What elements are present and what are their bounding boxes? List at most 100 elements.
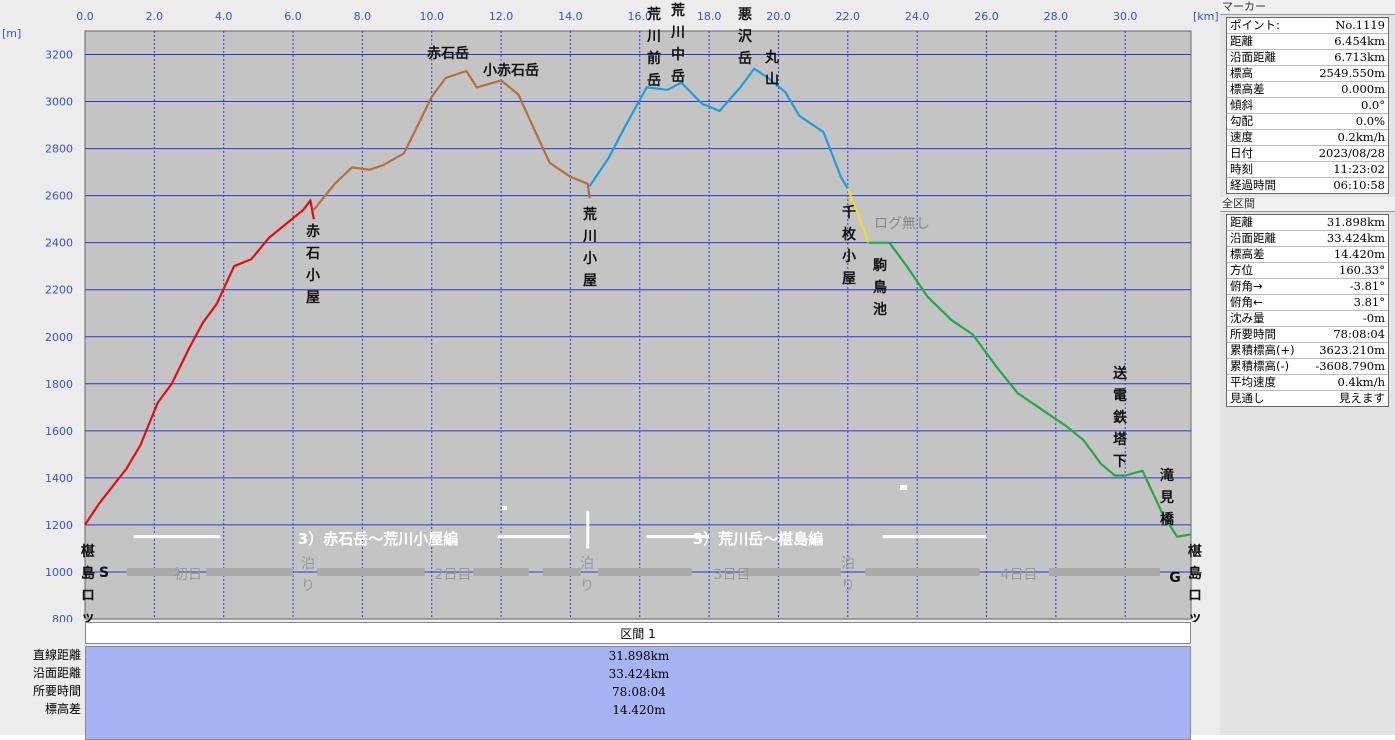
whole-panel-row: 方位 160.33° [1227, 263, 1388, 279]
marker-dot [502, 506, 507, 510]
section-summary: 区間 1 直線距離 沿面距離 所要時間 標高差 31.898km 33.424k… [0, 622, 1220, 740]
y-tick-label: 2000 [45, 331, 73, 344]
summary-value-surface-distance: 33.424km [608, 667, 670, 681]
y-tick-label: 3000 [45, 96, 73, 109]
y-tick-label: 3200 [45, 49, 73, 62]
whole-panel-row: 平均速度 0.4km/h [1227, 375, 1388, 391]
row-key: 見通し [1230, 391, 1265, 405]
whole-panel-row: 沈み量 -0m [1227, 311, 1388, 327]
marker-panel-row: 日付 2023/08/28 [1227, 146, 1388, 162]
whole-panel-title: 全区間 [1220, 197, 1395, 212]
row-key: 所要時間 [1230, 327, 1276, 341]
place-label: 送電鉄塔下 [1112, 365, 1128, 470]
y-tick-label: 800 [52, 613, 73, 622]
section-label: 3）荒川岳～椹島編 [693, 530, 823, 548]
day-label: 初日 [174, 566, 202, 583]
y-tick-label: 1200 [45, 519, 73, 532]
row-value: 31.898km [1326, 215, 1385, 229]
elevation-profile-chart[interactable]: 3200 3000 2800 2600 2400 2200 2000 1800 1600 1400… [0, 0, 1220, 622]
day-label: 2日目 [435, 567, 472, 583]
row-value: 78:08:04 [1333, 327, 1385, 341]
whole-panel-row: 見通し 見えます [1227, 391, 1388, 406]
day-label: 4日目 [1001, 567, 1038, 583]
marker-panel-row: 標高 2549.550m [1227, 66, 1388, 82]
row-value: No.1119 [1335, 18, 1385, 32]
whole-panel-row: 累積標高(+) 3623.210m [1227, 343, 1388, 359]
row-key: 標高差 [1230, 247, 1265, 261]
place-label: 小赤石岳 [483, 62, 539, 79]
whole-panel-row: 俯角→ -3.81° [1227, 279, 1388, 295]
place-label: S [99, 565, 109, 581]
row-value: 06:10:58 [1333, 178, 1385, 192]
row-key: 距離 [1230, 215, 1253, 229]
whole-panel-row: 俯角← 3.81° [1227, 295, 1388, 311]
row-key: 俯角← [1230, 295, 1263, 309]
row-value: -3608.790m [1315, 359, 1385, 373]
x-tick-label: 22.0 [836, 10, 861, 23]
marker-panel-row: 傾斜 0.0° [1227, 98, 1388, 114]
row-key: 沿面距離 [1230, 231, 1276, 245]
marker-table: ポイント: No.1119 距離 6.454km 沿面距離 6.713km 標高 2549.5… [1226, 17, 1389, 194]
row-value: 33.424km [1326, 231, 1385, 245]
x-tick-label: 10.0 [419, 10, 444, 23]
place-label: G [1169, 570, 1181, 586]
row-key: 距離 [1230, 34, 1253, 48]
whole-panel-row: 所要時間 78:08:04 [1227, 327, 1388, 343]
x-tick-label: 4.0 [215, 10, 233, 23]
x-tick-label: 30.0 [1113, 10, 1138, 23]
summary-label-duration: 所要時間 [32, 684, 81, 698]
place-label: 悪沢岳 [738, 7, 753, 67]
x-tick-label: 24.0 [905, 10, 930, 23]
x-tick-label: 2.0 [146, 10, 164, 23]
marker-panel-row: 沿面距離 6.713km [1227, 50, 1388, 66]
marker-panel-row: 標高差 0.000m [1227, 82, 1388, 98]
row-key: 標高 [1230, 66, 1253, 80]
whole-panel-row: 沿面距離 33.424km [1227, 231, 1388, 247]
marker-panel-title: マーカー [1220, 0, 1395, 15]
y-tick-label: 2800 [45, 143, 73, 156]
marker-panel-row: 経過時間 06:10:58 [1227, 178, 1388, 193]
row-value: 2023/08/28 [1318, 146, 1385, 160]
x-tick-label: 14.0 [558, 10, 583, 23]
x-tick-label: 18.0 [697, 10, 722, 23]
row-value: 見えます [1339, 391, 1385, 405]
row-key: ポイント: [1230, 18, 1280, 32]
marker-panel-row: 距離 6.454km [1227, 34, 1388, 50]
y-tick-label: 2400 [45, 237, 73, 250]
summary-values-panel: 31.898km 33.424km 78:08:04 14.420m [85, 646, 1191, 740]
row-value: 3.81° [1353, 295, 1385, 309]
y-tick-label: 1000 [45, 566, 73, 579]
row-value: 0.0% [1355, 114, 1385, 128]
plot-area [84, 30, 1192, 620]
summary-header: 区間 1 [85, 622, 1191, 644]
row-value: -0m [1362, 311, 1385, 325]
day-label: 3日目 [714, 567, 751, 583]
row-value: 0.2km/h [1337, 130, 1385, 144]
row-value: 11:23:02 [1333, 162, 1385, 176]
row-value: 14.420m [1333, 247, 1385, 261]
row-key: 累積標高(+) [1230, 343, 1295, 357]
row-value: 0.4km/h [1337, 375, 1385, 389]
row-key: 沿面距離 [1230, 50, 1276, 64]
x-tick-label: 0.0 [76, 10, 94, 23]
row-value: 6.454km [1334, 34, 1385, 48]
row-key: 方位 [1230, 263, 1253, 277]
summary-value-straight-distance: 31.898km [608, 649, 670, 663]
x-tick-label: 28.0 [1044, 10, 1069, 23]
y-tick-label: 1400 [45, 472, 73, 485]
x-tick-label: 26.0 [974, 10, 999, 23]
marker-panel-row: 速度 0.2km/h [1227, 130, 1388, 146]
x-tick-label: 6.0 [284, 10, 302, 23]
summary-label-elevation-diff: 標高差 [44, 702, 81, 716]
row-value: 160.33° [1339, 263, 1385, 277]
row-key: 俯角→ [1230, 279, 1263, 293]
place-label: 赤石岳 [427, 45, 469, 62]
x-tick-label: 8.0 [354, 10, 372, 23]
y-tick-label: 2600 [45, 190, 73, 203]
row-value: 2549.550m [1319, 66, 1385, 80]
y-tick-label: 1800 [45, 378, 73, 391]
row-key: 平均速度 [1230, 375, 1276, 389]
section-label: 3）赤石岳～荒川小屋編 [298, 530, 458, 548]
row-key: 速度 [1230, 130, 1253, 144]
whole-panel-row: 標高差 14.420m [1227, 247, 1388, 263]
